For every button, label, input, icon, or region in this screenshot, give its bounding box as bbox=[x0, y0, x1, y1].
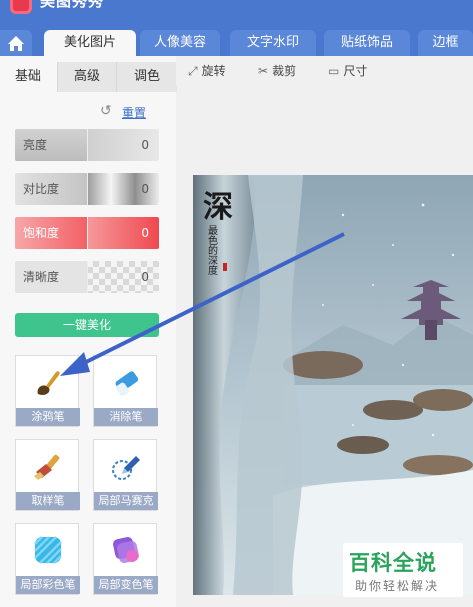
watermark-main: 百科全说 bbox=[349, 551, 437, 575]
site-watermark: 百科全说 助你轻松解决 bbox=[343, 543, 463, 597]
watermark-sub: 助你轻松解决 bbox=[355, 579, 440, 593]
annotation-arrow bbox=[60, 232, 345, 376]
